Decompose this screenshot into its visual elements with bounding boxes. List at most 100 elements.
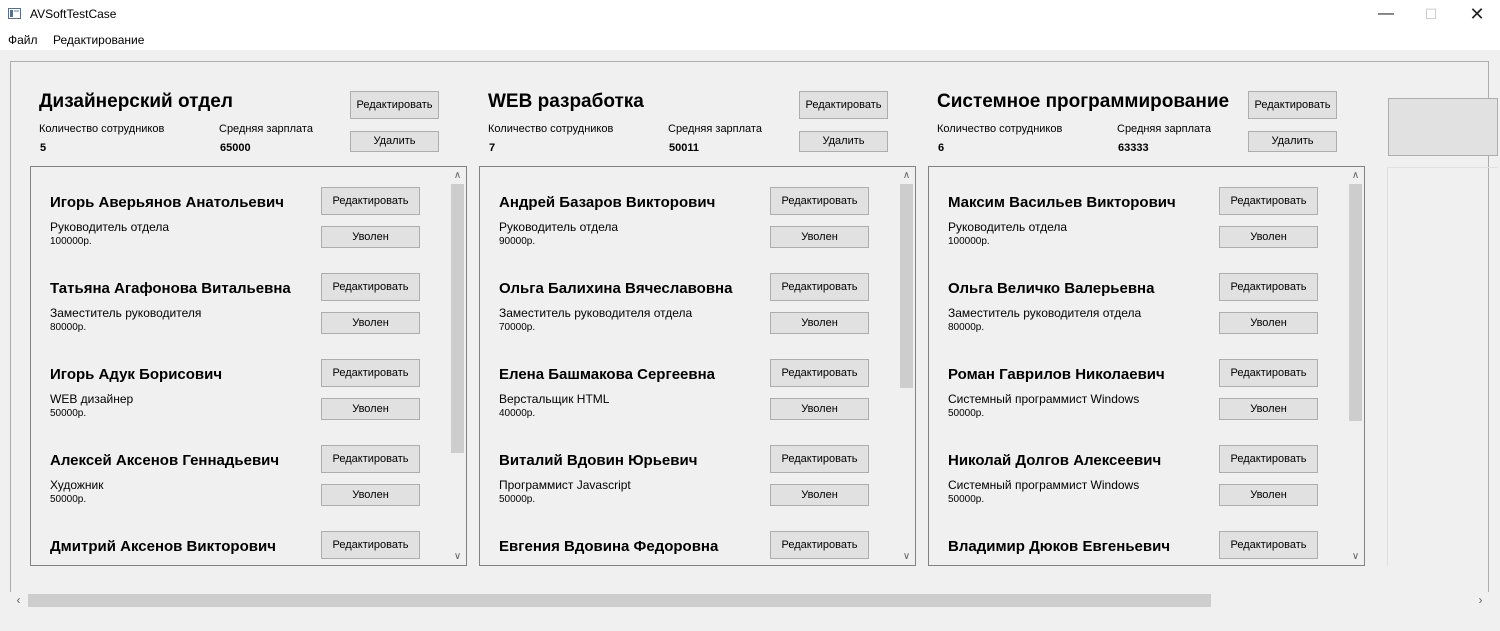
employee-salary: 70000р.	[499, 322, 536, 333]
scroll-up-arrow-icon[interactable]: ∧	[1347, 167, 1364, 184]
edit-employee-button[interactable]: Редактировать	[321, 273, 420, 301]
scroll-down-arrow-icon[interactable]: ∨	[1347, 548, 1364, 565]
employee-salary: 50000р.	[948, 494, 985, 505]
edit-employee-button[interactable]: Редактировать	[321, 445, 420, 473]
employee-salary: 80000р.	[50, 322, 87, 333]
edit-employee-button[interactable]: Редактировать	[770, 531, 869, 559]
partial-panel-button[interactable]	[1388, 98, 1498, 156]
employee-name: Андрей Базаров Викторович	[499, 194, 716, 211]
fire-employee-button[interactable]: Уволен	[1219, 312, 1318, 334]
employee-position: Руководитель отдела	[499, 220, 619, 234]
employee-count-label: Количество сотрудников	[488, 123, 614, 135]
scroll-right-arrow-icon[interactable]: ›	[1472, 592, 1489, 609]
employee-name: Роман Гаврилов Николаевич	[948, 366, 1165, 383]
edit-employee-button[interactable]: Редактировать	[321, 187, 420, 215]
employee-position: Заместитель руководителя	[50, 306, 202, 320]
menu-file[interactable]: Файл	[8, 33, 38, 47]
fire-employee-button[interactable]: Уволен	[321, 484, 420, 506]
edit-department-button[interactable]: Редактировать	[350, 91, 439, 119]
fire-employee-button[interactable]: Уволен	[770, 484, 869, 506]
vertical-scroll-thumb[interactable]	[451, 184, 464, 454]
employee-name: Дмитрий Аксенов Викторович	[50, 538, 276, 555]
employee-salary: 50000р.	[50, 494, 87, 505]
employee-list[interactable]: Игорь Аверьянов Анатольевич Редактировать…	[30, 166, 467, 566]
edit-employee-button[interactable]: Редактировать	[770, 187, 869, 215]
close-button[interactable]: ✕	[1454, 0, 1500, 30]
fire-employee-button[interactable]: Уволен	[321, 312, 420, 334]
employee-name: Алексей Аксенов Геннадьевич	[50, 452, 280, 469]
employee-card: Елена Башмакова Сергеевна Редактировать Ве…	[480, 339, 900, 425]
delete-department-button[interactable]: Удалить	[350, 131, 439, 152]
employee-name: Николай Долгов Алексеевич	[948, 452, 1162, 469]
employee-name: Игорь Аверьянов Анатольевич	[50, 194, 284, 211]
vertical-scroll-thumb[interactable]	[900, 184, 913, 388]
edit-employee-button[interactable]: Редактировать	[1219, 359, 1318, 387]
employee-salary: 100000р.	[50, 236, 92, 247]
employee-card: Игорь Адук Борисович Редактировать WEB диз…	[31, 339, 451, 425]
edit-employee-button[interactable]: Редактировать	[1219, 187, 1318, 215]
employee-card: Евгения Вдовина Федоровна Редактировать	[480, 511, 900, 565]
fire-employee-button[interactable]: Уволен	[770, 312, 869, 334]
fire-employee-button[interactable]: Уволен	[321, 226, 420, 248]
edit-employee-button[interactable]: Редактировать	[770, 359, 869, 387]
fire-employee-button[interactable]: Уволен	[1219, 484, 1318, 506]
menu-edit[interactable]: Редактирование	[53, 33, 144, 47]
fire-employee-button[interactable]: Уволен	[770, 398, 869, 420]
employee-card: Максим Васильев Викторович Редактировать Р…	[929, 167, 1349, 253]
delete-department-button[interactable]: Удалить	[1248, 131, 1337, 152]
fire-employee-button[interactable]: Уволен	[1219, 398, 1318, 420]
edit-employee-button[interactable]: Редактировать	[1219, 445, 1318, 473]
employee-salary: 50000р.	[499, 494, 536, 505]
avg-salary-value: 65000	[220, 142, 251, 154]
edit-employee-button[interactable]: Редактировать	[321, 359, 420, 387]
edit-employee-button[interactable]: Редактировать	[770, 273, 869, 301]
employee-position: Системный программист Windows	[948, 392, 1140, 406]
employee-position: WEB дизайнер	[50, 392, 134, 406]
employee-name: Виталий Вдовин Юрьевич	[499, 452, 698, 469]
scroll-up-arrow-icon[interactable]: ∧	[449, 167, 466, 184]
scroll-up-arrow-icon[interactable]: ∧	[898, 167, 915, 184]
employee-card: Андрей Базаров Викторович Редактировать Ру…	[480, 167, 900, 253]
edit-employee-button[interactable]: Редактировать	[770, 445, 869, 473]
horizontal-scrollbar[interactable]: ‹ ›	[10, 592, 1489, 609]
edit-department-button[interactable]: Редактировать	[1248, 91, 1337, 119]
employee-name: Ольга Величко Валерьевна	[948, 280, 1155, 297]
menu-bar: Файл Редактирование	[0, 30, 1500, 50]
employee-list[interactable]: Максим Васильев Викторович Редактировать Р…	[928, 166, 1365, 566]
employee-list-scrollbar[interactable]: ∧ ∨	[449, 167, 466, 565]
employee-position: Заместитель руководителя отдела	[499, 306, 693, 320]
edit-employee-button[interactable]: Редактировать	[1219, 273, 1318, 301]
edit-employee-button[interactable]: Редактировать	[321, 531, 420, 559]
employee-position: Системный программист Windows	[948, 478, 1140, 492]
scroll-down-arrow-icon[interactable]: ∨	[898, 548, 915, 565]
employee-position: Программист Javascript	[499, 478, 631, 492]
employee-name: Татьяна Агафонова Витальевна	[50, 280, 291, 297]
fire-employee-button[interactable]: Уволен	[321, 398, 420, 420]
app-icon	[8, 8, 21, 19]
employee-list-scrollbar[interactable]: ∧ ∨	[898, 167, 915, 565]
employee-salary: 50000р.	[948, 408, 985, 419]
employee-count-value: 6	[938, 142, 945, 154]
employee-salary: 80000р.	[948, 322, 985, 333]
employee-list-scrollbar[interactable]: ∧ ∨	[1347, 167, 1364, 565]
employee-card: Ольга Балихина Вячеславовна Редактировать…	[480, 253, 900, 339]
avg-salary-label: Средняя зарплата	[1117, 123, 1211, 135]
window-title: AVSoftTestCase	[30, 7, 117, 21]
horizontal-scroll-thumb[interactable]	[28, 594, 1212, 607]
scroll-left-arrow-icon[interactable]: ‹	[10, 592, 27, 609]
edit-employee-button[interactable]: Редактировать	[1219, 531, 1318, 559]
edit-department-button[interactable]: Редактировать	[799, 91, 888, 119]
maximize-button[interactable]: ☐	[1408, 0, 1454, 30]
employee-name: Владимир Дюков Евгеньевич	[948, 538, 1171, 555]
employee-list[interactable]: Андрей Базаров Викторович Редактировать Ру…	[479, 166, 916, 566]
employee-name: Елена Башмакова Сергеевна	[499, 366, 716, 383]
fire-employee-button[interactable]: Уволен	[1219, 226, 1318, 248]
employee-count-value: 7	[489, 142, 496, 154]
employee-card: Игорь Аверьянов Анатольевич Редактировать…	[31, 167, 451, 253]
employee-count-label: Количество сотрудников	[39, 123, 165, 135]
minimize-button[interactable]: —	[1363, 0, 1409, 30]
delete-department-button[interactable]: Удалить	[799, 131, 888, 152]
vertical-scroll-thumb[interactable]	[1349, 184, 1362, 421]
scroll-down-arrow-icon[interactable]: ∨	[449, 548, 466, 565]
fire-employee-button[interactable]: Уволен	[770, 226, 869, 248]
